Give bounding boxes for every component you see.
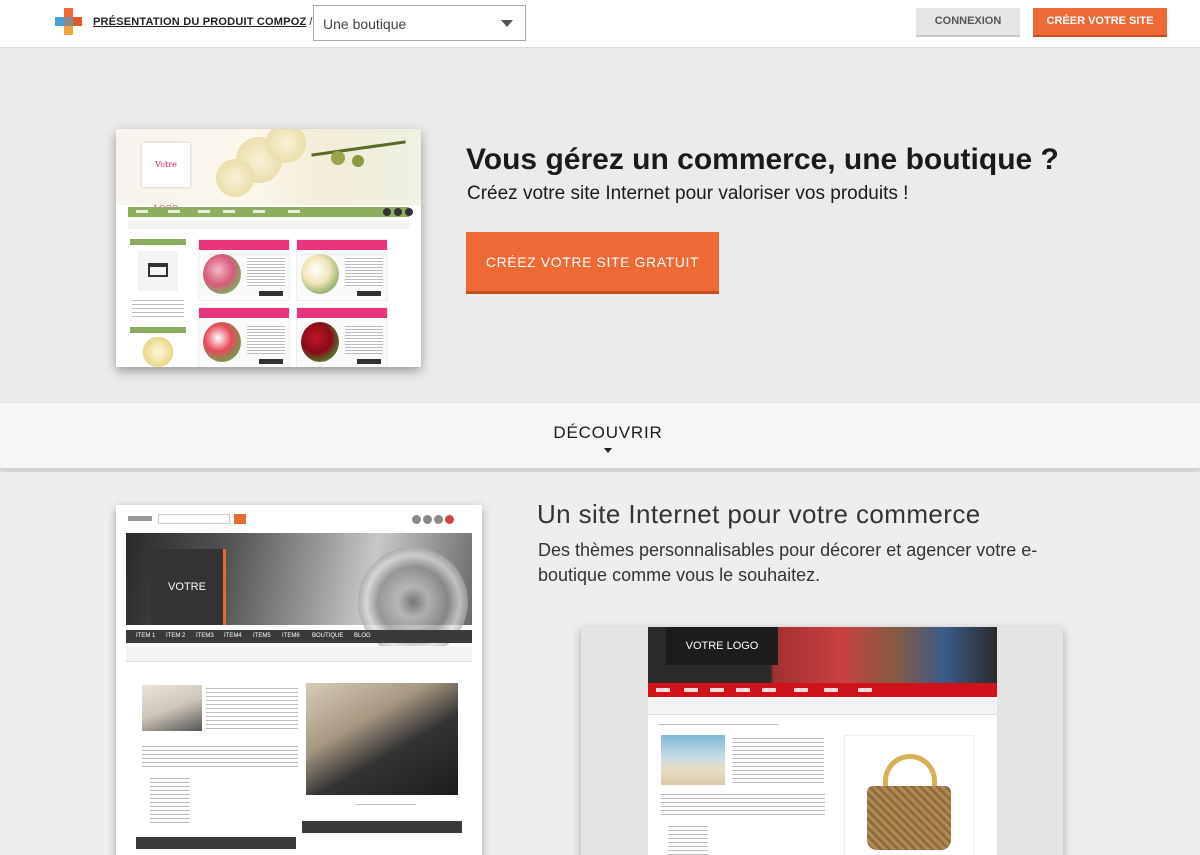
bag-shop-theme-preview: VOTRE LOGO — [581, 627, 1063, 855]
preview-nav — [128, 207, 413, 217]
section-title: Un site Internet pour votre commerce — [537, 499, 981, 529]
preview-banner: VOTRE LOGO — [126, 533, 472, 669]
preview-nav — [648, 683, 997, 697]
preview-logo: VOTRE LOGO — [666, 627, 778, 665]
preview-page: VOTRE LOGO — [648, 627, 997, 855]
preview-product-card — [198, 307, 290, 367]
create-site-button[interactable]: CRÉER VOTRE SITE — [1033, 8, 1167, 37]
preview-search-button — [234, 514, 246, 524]
login-button[interactable]: CONNEXION — [916, 8, 1020, 37]
preview-product-card — [296, 239, 388, 301]
preview-search-label — [128, 516, 152, 521]
preview-nav: ITEM 1 ITEM 2 ITEM3 ITEM4 ITEM5 ITEM6 BO… — [126, 630, 472, 643]
preview-product-image — [844, 735, 974, 855]
preview-content — [136, 681, 466, 855]
preview-logo: Votre LOGO — [142, 143, 190, 213]
preview-welcome-bar — [648, 699, 997, 715]
preview-sidebar — [130, 239, 186, 367]
preview-social-icon — [434, 515, 443, 524]
hero-subtitle: Créez votre site Internet pour valoriser… — [467, 183, 909, 204]
business-type-select-value: Une boutique — [323, 16, 407, 32]
create-free-site-button[interactable]: CRÉEZ VOTRE SITE GRATUIT — [466, 232, 719, 294]
breadcrumb: PRÉSENTATION DU PRODUIT COMPOZ / — [93, 16, 313, 28]
preview-welcome-bar — [128, 220, 409, 229]
preview-social-icon — [412, 515, 421, 524]
preview-logo: VOTRE LOGO — [151, 549, 226, 669]
preview-product-card — [198, 239, 290, 301]
preview-welcome-bar — [126, 646, 472, 662]
preview-social-icon — [423, 515, 432, 524]
flower-shop-theme-preview: Votre LOGO — [116, 129, 421, 367]
hero-title: Vous gérez un commerce, une boutique ? — [466, 143, 1059, 176]
preview-social-icon — [445, 515, 454, 524]
discover-label: DÉCOUVRIR — [553, 423, 663, 442]
chevron-down-icon — [501, 20, 513, 27]
preview-product-card — [296, 307, 388, 367]
compoz-logo-icon[interactable] — [55, 8, 83, 36]
generic-theme-preview: VOTRE LOGO ITEM 1 ITEM 2 ITEM3 ITEM4 ITE… — [116, 505, 482, 855]
discover-toggle[interactable]: DÉCOUVRIR — [0, 403, 1200, 470]
caret-down-icon — [604, 448, 612, 453]
business-type-select[interactable]: Une boutique — [313, 5, 526, 41]
preview-search-box — [158, 514, 230, 524]
breadcrumb-product-link[interactable]: PRÉSENTATION DU PRODUIT COMPOZ — [93, 16, 306, 28]
section-description: Des thèmes personnalisables pour décorer… — [538, 540, 1038, 585]
top-header: PRÉSENTATION DU PRODUIT COMPOZ / Une bout… — [0, 0, 1200, 48]
